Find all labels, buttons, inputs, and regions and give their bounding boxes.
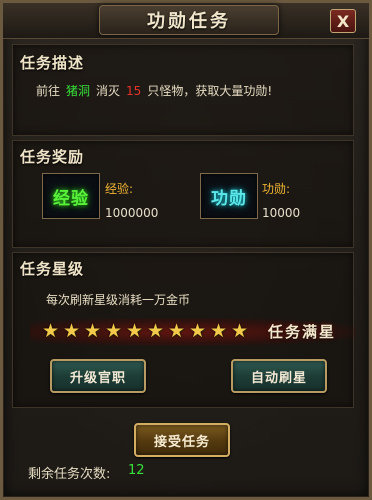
auto-refresh-star-button[interactable]: 自动刷星 — [231, 359, 327, 393]
star-icon: ★ — [125, 320, 144, 342]
description-heading: 任务描述 — [20, 54, 85, 72]
window-title: 功勋任务 — [147, 11, 231, 32]
description-count: 15 — [126, 84, 142, 98]
description-prefix: 前往 — [36, 84, 61, 98]
exp-label: 经验: — [105, 182, 134, 196]
star-icon: ★ — [188, 320, 207, 342]
exp-icon-text: 经验 — [53, 188, 89, 209]
star-heading: 任务星级 — [20, 260, 85, 278]
title-bar[interactable]: 功勋任务 X — [3, 3, 369, 39]
merit-value: 10000 — [262, 206, 301, 220]
description-verb: 消灭 — [96, 84, 121, 98]
star-icon: ★ — [146, 320, 165, 342]
remaining-count-label: 剩余任务次数: — [28, 467, 111, 482]
star-icon: ★ — [62, 320, 81, 342]
merit-icon-text: 功勋 — [211, 188, 247, 209]
star-refresh-cost: 每次刷新星级消耗一万金币 — [46, 293, 191, 307]
exp-value: 1000000 — [105, 206, 159, 220]
star-rating: ★ ★ ★ ★ ★ ★ ★ ★ ★ ★ — [40, 320, 250, 342]
reward-heading: 任务奖励 — [20, 148, 85, 166]
remaining-count-value: 12 — [128, 463, 145, 478]
exp-reward-icon: 经验 — [42, 173, 100, 219]
star-icon: ★ — [41, 320, 60, 342]
star-icon: ★ — [104, 320, 123, 342]
description-location: 猪洞 — [66, 84, 91, 98]
star-icon: ★ — [230, 320, 249, 342]
merit-label: 功勋: — [262, 182, 291, 196]
star-icon: ★ — [167, 320, 186, 342]
star-icon: ★ — [209, 320, 228, 342]
title-plate: 功勋任务 — [99, 5, 279, 35]
close-icon: X — [336, 11, 350, 31]
upgrade-rank-button[interactable]: 升级官职 — [50, 359, 146, 393]
star-icon: ★ — [83, 320, 102, 342]
star-full-label: 任务满星 — [268, 323, 337, 341]
description-text: 前往 猪洞 消灭 15 只怪物，获取大量功勋! — [36, 82, 272, 99]
close-button[interactable]: X — [330, 9, 356, 33]
merit-reward-icon: 功勋 — [200, 173, 258, 219]
description-suffix: 只怪物，获取大量功勋! — [147, 84, 273, 98]
accept-task-button[interactable]: 接受任务 — [134, 423, 230, 457]
